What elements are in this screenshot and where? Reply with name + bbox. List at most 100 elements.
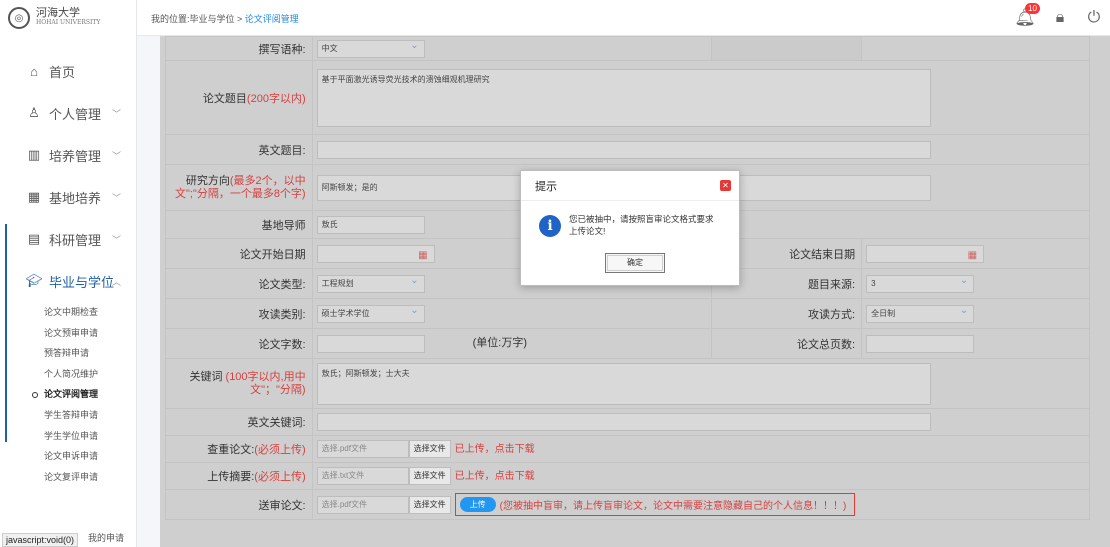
abstract-hint: (必须上传) <box>254 471 306 483</box>
degree-type-select[interactable]: 硕士学术学位 <box>316 303 425 323</box>
warning-text: (您被抽中盲审，请上传盲审论文，论文中需要注意隐藏自己的个人信息！！！) <box>499 501 847 512</box>
status-bar-url: javascript:void(0) <box>2 533 79 547</box>
mentor-input[interactable]: 敖氏 <box>316 215 425 234</box>
lang-select[interactable]: 中文 <box>316 38 425 58</box>
upload-button[interactable]: 上传 <box>459 497 496 512</box>
sidebar-item-label: 毕业与学位 <box>49 274 115 290</box>
grid-icon: ▦ <box>27 189 41 204</box>
en-keywords-input[interactable] <box>316 413 931 431</box>
choose-file-button[interactable]: 选择文件 <box>408 467 451 486</box>
user-icon: ♙ <box>28 105 40 120</box>
close-icon[interactable]: ✕ <box>720 180 731 191</box>
submenu-item[interactable]: 预答辩申请 <box>44 343 136 364</box>
chart-icon: ▥ <box>27 147 41 162</box>
word-count-label: 论文字数: <box>165 328 313 359</box>
alert-dialog: 提示 ✕ i 您已被抽中，请按照盲审论文格式要求上传论文! 确定 <box>520 170 740 286</box>
breadcrumb-prefix: 我的位置:毕业与学位 > <box>151 14 245 24</box>
sidebar-item-personal[interactable]: ♙ 个人管理 ﹀ <box>0 92 136 134</box>
submenu-item[interactable]: 论文中期检查 <box>44 302 136 323</box>
submenu-item-selected[interactable]: 论文评阅管理 <box>32 384 136 405</box>
info-icon: i <box>539 215 561 237</box>
lock-icon[interactable]: 🔒︎ <box>1050 8 1070 28</box>
start-date-input[interactable]: ▦ <box>316 244 435 263</box>
check-paper-label: 查重论文: <box>207 444 255 456</box>
calendar-icon: ▦ <box>418 249 428 261</box>
ok-button[interactable]: 确定 <box>605 253 665 273</box>
choose-file-button[interactable]: 选择文件 <box>408 495 451 514</box>
degree-type-label: 攻读类别: <box>165 298 313 329</box>
start-date-label: 论文开始日期 <box>165 238 313 269</box>
submenu-item[interactable]: 学生答辩申请 <box>44 405 136 426</box>
review-paper-file-input[interactable]: 选择.pdf文件 <box>316 495 409 514</box>
chevron-up-icon: ︿ <box>112 276 122 287</box>
research-icon: ▤ <box>27 231 41 246</box>
page-count-input[interactable] <box>866 334 975 353</box>
sidebar: ◎ 河海大学 HOHAI UNIVERSITY ⌂ 首页 ♙ 个人管理 ﹀ ▥ … <box>0 0 137 547</box>
home-icon: ⌂ <box>30 63 38 79</box>
graduation-cap-icon: 🎓︎ <box>25 273 43 288</box>
word-count-input[interactable] <box>316 334 425 353</box>
logo-sub: HOHAI UNIVERSITY <box>36 19 101 26</box>
check-paper-hint: (必须上传) <box>254 444 306 456</box>
lang-label: 撰写语种: <box>165 36 313 61</box>
sidebar-item-training[interactable]: ▥ 培养管理 ﹀ <box>0 134 136 176</box>
dialog-title: 提示 <box>521 171 739 201</box>
sidebar-item-graduation[interactable]: 🎓︎ 毕业与学位 ︿ <box>0 260 136 302</box>
nav-menu: ⌂ 首页 ♙ 个人管理 ﹀ ▥ 培养管理 ﹀ ▦ 基地培养 ﹀ ▤ 科研管理 ﹀ <box>0 50 136 487</box>
abstract-file-input[interactable]: 选择.txt文件 <box>316 467 409 486</box>
chevron-down-icon: ﹀ <box>112 150 122 161</box>
en-title-label: 英文题目: <box>165 134 313 165</box>
sidebar-item-label: 个人管理 <box>49 106 102 122</box>
check-paper-file-input[interactable]: 选择.pdf文件 <box>316 440 409 459</box>
dialog-message: 您已被抽中，请按照盲审论文格式要求上传论文! <box>569 214 714 236</box>
study-mode-label: 攻读方式: <box>711 298 863 329</box>
submenu-item[interactable]: 论文预审申请 <box>44 323 136 344</box>
notification-badge: 10 <box>1025 3 1040 14</box>
breadcrumb: 我的位置:毕业与学位 > 论文评阅管理 <box>151 12 299 25</box>
title-label: 论文题目 <box>202 92 247 105</box>
blind-review-warning: 上传 (您被抽中盲审，请上传盲审论文，论文中需要注意隐藏自己的个人信息！！！) <box>454 493 856 516</box>
submenu-item[interactable]: 个人简况维护 <box>44 364 136 385</box>
choose-file-button[interactable]: 选择文件 <box>408 440 451 459</box>
calendar-icon: ▦ <box>967 249 978 261</box>
en-keywords-label: 英文关键词: <box>165 408 313 436</box>
direction-label: 研究方向 <box>185 174 230 187</box>
sidebar-item-base[interactable]: ▦ 基地培养 ﹀ <box>0 176 136 218</box>
sidebar-item-label: 首页 <box>49 64 76 80</box>
review-paper-label: 送审论文: <box>165 489 313 520</box>
title-hint: (200字以内) <box>246 92 306 105</box>
keywords-hint: (100字以内,用中文"；"分隔) <box>222 370 306 396</box>
word-count-unit: (单位:万字) <box>472 337 527 350</box>
download-link[interactable]: 已上传，点击下载 <box>455 444 535 455</box>
mentor-label: 基地导师 <box>165 210 313 239</box>
sidebar-item-label: 培养管理 <box>49 148 102 164</box>
source-select[interactable]: 3 <box>866 273 975 293</box>
keywords-label: 关键词 <box>189 370 223 383</box>
breadcrumb-current[interactable]: 论文评阅管理 <box>245 14 299 24</box>
sidebar-item-my-apply[interactable]: 我的申请 <box>88 531 124 544</box>
sidebar-item-home[interactable]: ⌂ 首页 <box>0 50 136 92</box>
type-label: 论文类型: <box>165 268 313 299</box>
submenu-item[interactable]: 论文申诉申请 <box>44 446 136 467</box>
power-icon[interactable]: ⏻ <box>1084 8 1104 28</box>
university-seal-icon: ◎ <box>8 7 30 29</box>
notification-bell-icon[interactable]: 🔔︎ 10 <box>1014 3 1040 29</box>
sidebar-item-label: 科研管理 <box>49 232 102 248</box>
study-mode-select[interactable]: 全日制 <box>866 303 975 323</box>
top-header: 我的位置:毕业与学位 > 论文评阅管理 🔔︎ 10 🔒︎ ⏻ <box>137 0 1110 36</box>
page-count-label: 论文总页数: <box>711 328 863 359</box>
en-title-input[interactable] <box>316 140 931 159</box>
sidebar-item-research[interactable]: ▤ 科研管理 ﹀ <box>0 218 136 260</box>
submenu-item[interactable]: 论文复评申请 <box>44 467 136 488</box>
end-date-input[interactable]: ▦ <box>866 244 985 263</box>
keywords-textarea[interactable]: 敖氏；阿斯顿发；士大夫 <box>316 362 931 405</box>
submenu-item[interactable]: 学生学位申请 <box>44 426 136 447</box>
abstract-label: 上传摘要: <box>207 471 255 483</box>
type-select[interactable]: 工程规划 <box>316 273 425 293</box>
chevron-down-icon: ﹀ <box>112 108 122 119</box>
title-textarea[interactable]: 基于平面激光诱导荧光技术的溃蚀细观机理研究 <box>316 68 931 127</box>
active-indicator <box>5 224 7 442</box>
logo[interactable]: ◎ 河海大学 HOHAI UNIVERSITY <box>0 0 136 36</box>
download-link[interactable]: 已上传，点击下载 <box>455 471 535 482</box>
main-content: 撰写语种: 中文 论文题目(200字以内) 基于平面激光诱导荧光技术的溃蚀细观机… <box>160 36 1110 547</box>
